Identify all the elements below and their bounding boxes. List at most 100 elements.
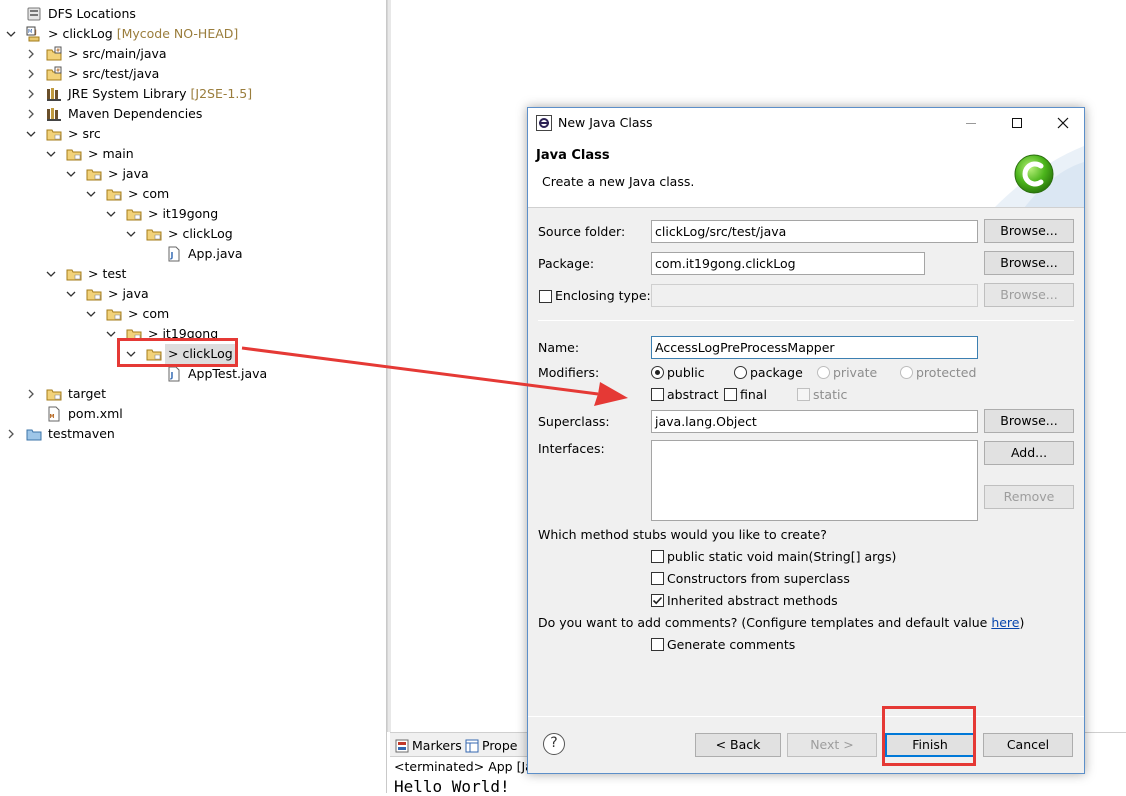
tree-item[interactable]: > main xyxy=(0,144,386,164)
superclass-browse-button[interactable]: Browse... xyxy=(984,409,1074,433)
chevron-right-icon[interactable] xyxy=(26,84,38,104)
chevron-down-icon[interactable] xyxy=(6,24,18,44)
checkmark-icon xyxy=(652,596,663,605)
chevron-down-icon[interactable] xyxy=(86,304,98,324)
tree-item-label: > test xyxy=(88,266,127,281)
superclass-field[interactable]: java.lang.Object xyxy=(651,410,978,433)
class-name-field[interactable]: AccessLogPreProcessMapper xyxy=(651,336,978,359)
maximize-button[interactable] xyxy=(994,108,1040,138)
tree-item[interactable]: J App.java xyxy=(0,244,386,264)
tree-item-label: > src xyxy=(68,126,101,141)
tree-item-label: DFS Locations xyxy=(48,6,136,21)
tree-item[interactable]: Maven Dependencies xyxy=(0,104,386,124)
minimize-button[interactable] xyxy=(948,108,994,138)
tree-item[interactable]: target xyxy=(0,384,386,404)
chevron-down-icon[interactable] xyxy=(86,184,98,204)
chevron-down-icon[interactable] xyxy=(126,344,138,364)
srcfolder-icon: # xyxy=(46,66,62,82)
enclosing-type-field[interactable] xyxy=(651,284,978,307)
maximize-icon xyxy=(1012,118,1022,128)
next-button[interactable]: Next > xyxy=(787,733,877,757)
sash[interactable] xyxy=(388,0,391,732)
final-checkbox[interactable] xyxy=(724,388,737,401)
finish-button[interactable]: Finish xyxy=(885,733,975,757)
static-checkbox[interactable] xyxy=(797,388,810,401)
main-method-label: public static void main(String[] args) xyxy=(667,549,897,564)
generate-comments-checkbox[interactable] xyxy=(651,638,664,651)
folder-icon xyxy=(126,206,142,222)
project-icon: MJ xyxy=(26,26,42,42)
chevron-right-icon[interactable] xyxy=(26,384,38,404)
tree-item[interactable]: > java xyxy=(0,164,386,184)
private-radio[interactable] xyxy=(817,366,830,379)
chevron-down-icon[interactable] xyxy=(46,264,58,284)
chevron-down-icon[interactable] xyxy=(126,224,138,244)
tree-item[interactable]: > src xyxy=(0,124,386,144)
folder-icon xyxy=(66,266,82,282)
constructors-checkbox[interactable] xyxy=(651,572,664,585)
chevron-down-icon[interactable] xyxy=(66,164,78,184)
tree-item[interactable]: > com xyxy=(0,184,386,204)
source-folder-browse-button[interactable]: Browse... xyxy=(984,219,1074,243)
add-interface-button[interactable]: Add... xyxy=(984,441,1074,465)
enclosing-type-browse-button[interactable]: Browse... xyxy=(984,283,1074,307)
tree-item[interactable]: > test xyxy=(0,264,386,284)
package-field[interactable]: com.it19gong.clickLog xyxy=(651,252,925,275)
public-radio[interactable] xyxy=(651,366,664,379)
cancel-button[interactable]: Cancel xyxy=(983,733,1073,757)
interfaces-list[interactable] xyxy=(651,440,978,521)
tree-item[interactable]: # > src/test/java xyxy=(0,64,386,84)
dialog-titlebar[interactable]: New Java Class xyxy=(528,108,1084,138)
tree-item-label: > clickLog [Mycode NO-HEAD] xyxy=(48,26,239,41)
abstract-checkbox[interactable] xyxy=(651,388,664,401)
tree-item[interactable]: > it19gong xyxy=(0,324,386,344)
back-button[interactable]: < Back xyxy=(695,733,781,757)
close-icon xyxy=(1057,117,1069,129)
tree-item[interactable]: > com xyxy=(0,304,386,324)
tree-item[interactable]: Mpom.xml xyxy=(0,404,386,424)
chevron-down-icon[interactable] xyxy=(46,144,58,164)
chevron-right-icon[interactable] xyxy=(26,64,38,84)
chevron-right-icon[interactable] xyxy=(26,44,38,64)
package-browse-button[interactable]: Browse... xyxy=(984,251,1074,275)
markers-icon xyxy=(395,739,409,753)
tree-item-label: > com xyxy=(128,186,170,201)
protected-radio[interactable] xyxy=(900,366,913,379)
chevron-right-icon[interactable] xyxy=(6,424,18,444)
source-folder-field[interactable]: clickLog/src/test/java xyxy=(651,220,978,243)
tree-item[interactable]: # > src/main/java xyxy=(0,44,386,64)
tab-properties[interactable]: Prope xyxy=(462,736,517,756)
tree-item[interactable]: > it19gong xyxy=(0,204,386,224)
enclosing-type-checkbox[interactable] xyxy=(539,290,552,303)
configure-templates-link[interactable]: here xyxy=(991,615,1019,630)
properties-icon xyxy=(465,739,479,753)
tree-item[interactable]: M J > clickLog [Mycode NO-HEAD] xyxy=(0,24,386,44)
inherited-methods-checkbox[interactable] xyxy=(651,594,664,607)
tree-item[interactable]: > java xyxy=(0,284,386,304)
interfaces-label: Interfaces: xyxy=(538,441,605,456)
tree-item[interactable]: > clickLog xyxy=(0,224,386,244)
tree-item[interactable]: J AppTest.java xyxy=(0,364,386,384)
chevron-down-icon[interactable] xyxy=(106,204,118,224)
tree-item[interactable]: DFS Locations xyxy=(0,4,386,24)
package-radio[interactable] xyxy=(734,366,747,379)
package-label: Package: xyxy=(538,256,595,271)
tab-markers[interactable]: Markers xyxy=(392,736,462,756)
tree-item[interactable]: > clickLog xyxy=(0,344,386,364)
close-button[interactable] xyxy=(1040,108,1086,138)
tree-item[interactable]: JRE System Library [J2SE-1.5] xyxy=(0,84,386,104)
chevron-down-icon[interactable] xyxy=(106,324,118,344)
chevron-down-icon[interactable] xyxy=(66,284,78,304)
chevron-right-icon[interactable] xyxy=(26,104,38,124)
svg-text:J: J xyxy=(34,29,37,36)
tab-label: Markers xyxy=(412,738,462,753)
chevron-down-icon[interactable] xyxy=(26,124,38,144)
name-label: Name: xyxy=(538,340,580,355)
main-method-checkbox[interactable] xyxy=(651,550,664,563)
tree-item-label: testmaven xyxy=(48,426,115,441)
remove-interface-button[interactable]: Remove xyxy=(984,485,1074,509)
help-button[interactable]: ? xyxy=(543,733,565,755)
tree-item[interactable]: testmaven xyxy=(0,424,386,444)
folder-icon xyxy=(106,186,122,202)
svg-text:M: M xyxy=(28,29,32,35)
